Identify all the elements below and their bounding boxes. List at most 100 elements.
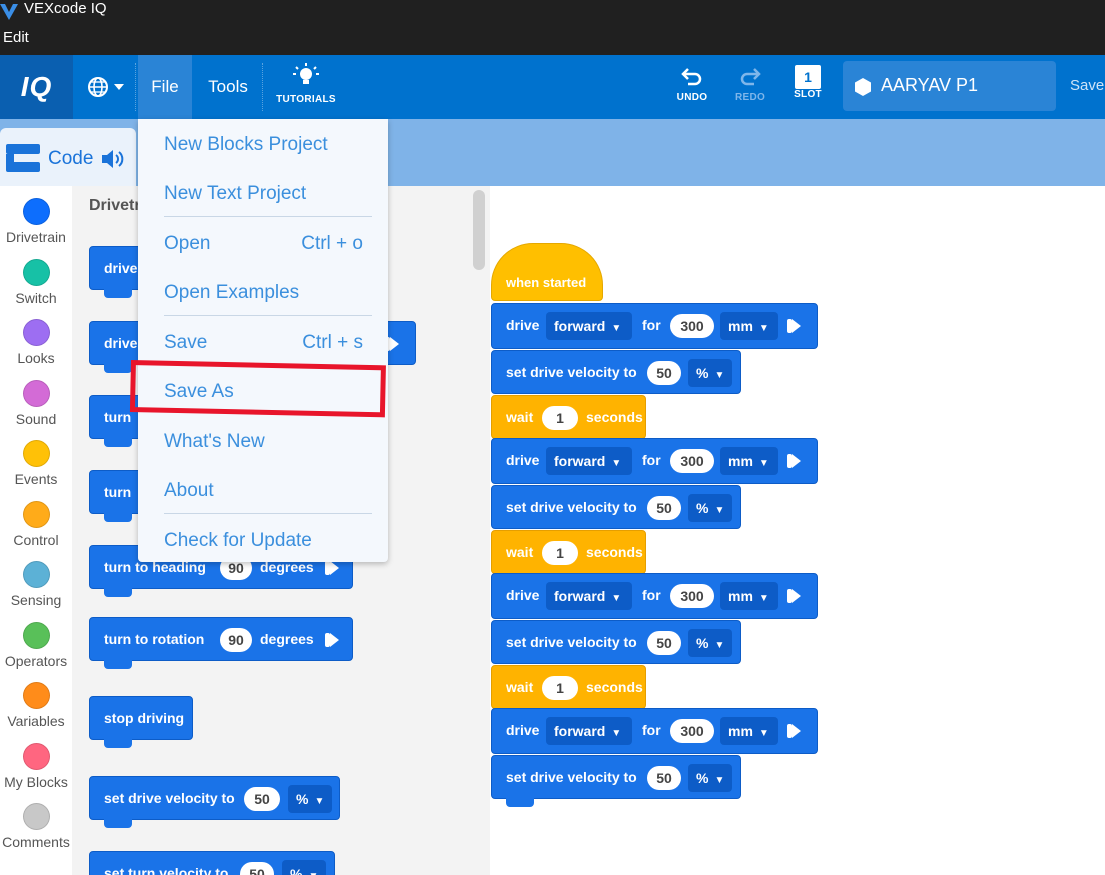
category-events[interactable]: Events bbox=[0, 440, 72, 487]
palette-scrollbar[interactable] bbox=[473, 190, 485, 270]
palette-stop-driving-block[interactable]: stop driving bbox=[89, 696, 193, 748]
window-title: VEXcode IQ bbox=[24, 0, 107, 17]
wait-input[interactable]: 1 bbox=[542, 541, 578, 565]
unit-dropdown[interactable]: mm ▼ bbox=[720, 312, 778, 340]
menu-item-save[interactable]: Save bbox=[164, 332, 207, 354]
run-block-icon[interactable] bbox=[787, 319, 801, 333]
menu-item-open[interactable]: Open bbox=[164, 233, 210, 255]
cube-icon bbox=[855, 78, 871, 96]
wait-block[interactable]: wait 1 seconds bbox=[491, 665, 646, 709]
direction-dropdown[interactable]: forward▼ bbox=[546, 447, 632, 475]
toolbar: IQ File Tools TUTORIALS UNDO REDO 1 SLOT… bbox=[0, 55, 1105, 119]
menu-item-new-text-project[interactable]: New Text Project bbox=[164, 183, 306, 205]
unit-dropdown[interactable]: %▼ bbox=[288, 785, 332, 813]
percent-dropdown[interactable]: % ▼ bbox=[688, 629, 732, 657]
set-drive-velocity-block[interactable]: set drive velocity to 50 % ▼ bbox=[491, 485, 741, 529]
category-sound[interactable]: Sound bbox=[0, 380, 72, 427]
set-drive-velocity-block[interactable]: set drive velocity to 50 % ▼ bbox=[491, 620, 741, 664]
set-drive-velocity-block[interactable]: set drive velocity to 50 % ▼ bbox=[491, 350, 741, 394]
run-block-icon[interactable] bbox=[325, 633, 339, 647]
percent-dropdown[interactable]: % ▼ bbox=[688, 494, 732, 522]
percent-dropdown[interactable]: % ▼ bbox=[688, 764, 732, 792]
save-as-highlight bbox=[129, 360, 386, 418]
blocks-icon bbox=[6, 144, 40, 172]
unit-dropdown[interactable]: mm ▼ bbox=[720, 717, 778, 745]
tools-menu-button[interactable]: Tools bbox=[196, 55, 260, 119]
category-operators[interactable]: Operators bbox=[0, 622, 72, 669]
wait-block[interactable]: wait 1 seconds bbox=[491, 395, 646, 439]
code-tab-label: Code bbox=[48, 148, 94, 169]
wait-input[interactable]: 1 bbox=[542, 676, 578, 700]
edit-menu[interactable]: Edit bbox=[3, 29, 29, 46]
menu-item-check-for-update[interactable]: Check for Update bbox=[164, 530, 312, 552]
category-sensing[interactable]: Sensing bbox=[0, 561, 72, 608]
drive-velocity-input[interactable]: 50 bbox=[244, 787, 280, 811]
run-block-icon[interactable] bbox=[787, 724, 801, 738]
menu-item-open-examples[interactable]: Open Examples bbox=[164, 282, 299, 304]
file-menu-button[interactable]: File bbox=[138, 55, 192, 119]
menu-item-about[interactable]: About bbox=[164, 480, 214, 502]
category-comments[interactable]: Comments bbox=[0, 803, 72, 850]
menu-divider bbox=[164, 216, 372, 217]
palette-set-turn-velocity-block[interactable]: set turn velocity to 50 %▼ bbox=[89, 851, 335, 875]
drive-for-block[interactable]: drive forward ▼ for 300 mm ▼ bbox=[491, 573, 818, 619]
undo-icon bbox=[681, 68, 702, 86]
tutorials-button[interactable]: TUTORIALS bbox=[272, 63, 340, 113]
distance-input[interactable]: 300 bbox=[670, 719, 714, 743]
rotation-input[interactable]: 90 bbox=[220, 628, 252, 652]
velocity-input[interactable]: 50 bbox=[647, 361, 681, 385]
turn-velocity-input[interactable]: 50 bbox=[240, 862, 274, 875]
lightbulb-icon bbox=[293, 63, 319, 84]
variables-icon bbox=[22, 682, 50, 709]
drive-for-block[interactable]: drive forward ▼ for 300 mm ▼ bbox=[491, 708, 818, 754]
category-drivetrain[interactable]: Drivetrain bbox=[0, 198, 72, 245]
unit-dropdown[interactable]: mm ▼ bbox=[720, 447, 778, 475]
direction-dropdown[interactable]: forward▼ bbox=[546, 582, 632, 610]
palette-set-drive-velocity-block[interactable]: set drive velocity to 50 % ▼ bbox=[89, 776, 340, 828]
drive-for-block[interactable]: drive forward ▼ for 300 mm ▼ bbox=[491, 303, 818, 349]
wait-input[interactable]: 1 bbox=[542, 406, 578, 430]
category-variables[interactable]: Variables bbox=[0, 682, 72, 729]
run-block-icon[interactable] bbox=[787, 454, 801, 468]
speaker-icon[interactable] bbox=[100, 148, 126, 170]
velocity-input[interactable]: 50 bbox=[647, 496, 681, 520]
category-my-blocks[interactable]: My Blocks bbox=[0, 743, 72, 790]
direction-dropdown[interactable]: forward▼ bbox=[546, 717, 632, 745]
sound-icon bbox=[22, 380, 50, 407]
category-control[interactable]: Control bbox=[0, 501, 72, 548]
distance-input[interactable]: 300 bbox=[670, 584, 714, 608]
distance-input[interactable]: 300 bbox=[670, 449, 714, 473]
redo-icon bbox=[740, 68, 761, 86]
save-status[interactable]: Save bbox=[1070, 77, 1104, 94]
run-block-icon[interactable] bbox=[325, 561, 339, 575]
toolbar-separator bbox=[135, 63, 136, 111]
set-drive-velocity-block[interactable]: set drive velocity to 50 % ▼ bbox=[491, 755, 741, 807]
palette-turn-to-rotation-block[interactable]: turn to rotation 90 degrees bbox=[89, 617, 353, 669]
redo-button[interactable]: REDO bbox=[730, 65, 770, 111]
project-name-box[interactable]: AARYAV P1 bbox=[843, 61, 1056, 111]
undo-button[interactable]: UNDO bbox=[672, 65, 712, 111]
wait-block[interactable]: wait 1 seconds bbox=[491, 530, 646, 574]
tab-code[interactable]: Code bbox=[0, 128, 136, 190]
distance-input[interactable]: 300 bbox=[670, 314, 714, 338]
when-started-block[interactable]: when started bbox=[491, 243, 603, 301]
run-block-icon[interactable] bbox=[385, 337, 399, 351]
run-block-icon[interactable] bbox=[787, 589, 801, 603]
unit-dropdown[interactable]: mm ▼ bbox=[720, 582, 778, 610]
unit-dropdown[interactable]: %▼ bbox=[282, 860, 326, 875]
category-looks[interactable]: Looks bbox=[0, 319, 72, 366]
slot-button[interactable]: 1 SLOT bbox=[786, 65, 830, 113]
menu-item-whats-new[interactable]: What's New bbox=[164, 431, 265, 453]
slot-number: 1 bbox=[795, 65, 821, 89]
menu-item-new-blocks-project[interactable]: New Blocks Project bbox=[164, 134, 328, 156]
tutorials-label: TUTORIALS bbox=[276, 94, 336, 105]
direction-dropdown[interactable]: forward▼ bbox=[546, 312, 632, 340]
percent-dropdown[interactable]: % ▼ bbox=[688, 359, 732, 387]
category-switch[interactable]: Switch bbox=[0, 259, 72, 306]
language-button[interactable] bbox=[86, 75, 126, 99]
drivetrain-icon bbox=[22, 198, 50, 225]
velocity-input[interactable]: 50 bbox=[647, 631, 681, 655]
drive-for-block[interactable]: drive forward ▼ for 300 mm ▼ bbox=[491, 438, 818, 484]
project-name: AARYAV P1 bbox=[881, 75, 979, 95]
velocity-input[interactable]: 50 bbox=[647, 766, 681, 790]
